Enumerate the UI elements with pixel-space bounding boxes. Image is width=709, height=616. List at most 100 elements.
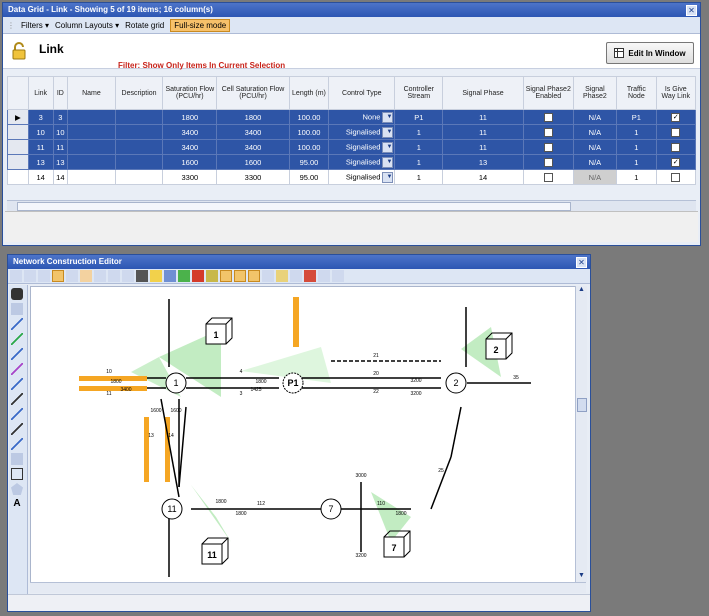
zoom-icon[interactable] [94,270,106,282]
name-cell[interactable] [67,154,116,170]
chevron-down-icon[interactable]: ▼ [576,572,587,582]
control-type-cell[interactable]: Signalised ▼ [328,139,396,155]
refresh-icon[interactable] [122,270,134,282]
description-cell[interactable] [114,169,164,185]
link-cell[interactable]: 3 [27,109,54,125]
column-header[interactable]: Signal Phase2 [572,76,618,110]
traffic-node-cell[interactable]: 1 [616,154,657,170]
name-cell[interactable] [67,139,116,155]
id-cell[interactable]: 13 [52,154,69,170]
link-green-icon[interactable] [178,270,190,282]
select-tool-icon[interactable] [10,270,22,282]
horizontal-scrollbar[interactable] [30,582,586,593]
chevron-down-icon[interactable]: ▼ [382,126,394,138]
line-tool3-icon[interactable] [11,348,23,360]
saturation-flow-cell[interactable]: 1600 [162,154,218,170]
traffic-node-cell[interactable]: 1 [616,139,657,155]
column-header[interactable]: Cell Saturation Flow (PCU/hr) [216,76,290,110]
grid-icon[interactable] [262,270,274,282]
signal-phase2-enabled-cell[interactable] [522,124,574,140]
chevron-down-icon[interactable]: ▼ [382,156,394,168]
link-cell[interactable]: 11 [27,139,54,155]
traffic-node-cell[interactable]: P1 [616,109,657,125]
controller-stream-cell[interactable]: 1 [394,154,444,170]
name-cell[interactable] [67,124,116,140]
horizontal-scrollbar[interactable] [7,200,696,211]
row-header[interactable] [7,154,29,170]
close-icon[interactable]: ✕ [576,257,587,268]
highlighted-link[interactable] [144,417,149,482]
signal-phase2-cell[interactable]: N/A [572,109,618,125]
checkbox[interactable] [671,142,681,152]
controller-stream-cell[interactable]: 1 [394,139,444,155]
cell-saturation-flow-cell[interactable]: 3300 [216,169,290,185]
traffic-node-cell[interactable]: 1 [616,169,657,185]
line-tool4-icon[interactable] [11,363,23,375]
checkbox[interactable]: ✓ [671,112,681,122]
table-row[interactable]: 10 10 3400 3400 100.00 Signalised ▼ 1 11 N/A 1 [7,124,697,140]
text-tool-icon[interactable]: A [11,498,23,510]
give-way-cell[interactable] [655,169,697,185]
network-editor-titlebar[interactable]: Network Construction Editor ✕ [8,255,590,269]
column-header[interactable]: Control Type [328,76,396,110]
column-header[interactable]: Controller Stream [394,76,444,110]
control-type-cell[interactable]: None ▼ [328,109,396,125]
id-cell[interactable]: 3 [52,109,69,125]
id-cell[interactable]: 11 [52,139,69,155]
zoom-window-icon[interactable] [108,270,120,282]
node-11[interactable]: 11 [161,498,183,520]
row-header[interactable]: ▶ [7,109,29,125]
control-type-cell[interactable]: Signalised ▼ [328,169,396,185]
rotate-grid-button[interactable]: Rotate grid [125,21,164,30]
row-header[interactable] [7,169,29,185]
length-cell[interactable]: 100.00 [288,109,330,125]
image-icon[interactable] [318,270,330,282]
highlight-tool2-icon[interactable] [234,270,246,282]
signal-phase2-enabled-cell[interactable] [522,139,574,155]
controller-box-11[interactable]: 11 [201,537,229,565]
copy-icon[interactable] [38,270,50,282]
network-diagram[interactable]: 1 2 P1 11 7 1 2 11 7 10 11 4 3 21 20 22 … [31,287,576,583]
wand-icon[interactable] [276,270,288,282]
signal-phase2-cell[interactable]: N/A [572,169,618,185]
highlight-tool-icon[interactable] [220,270,232,282]
pentagon-tool-icon[interactable] [11,483,23,495]
id-cell[interactable]: 14 [52,169,69,185]
column-header[interactable]: Saturation Flow (PCU/hr) [162,76,218,110]
edit-in-window-button[interactable]: Edit In Window [606,42,694,64]
node-2[interactable]: 2 [445,372,467,394]
multi-select-icon[interactable] [24,270,36,282]
signal-phase2-enabled-cell[interactable] [522,109,574,125]
column-header[interactable]: Signal Phase2 Enabled [522,76,574,110]
close-icon[interactable]: ✕ [686,5,697,16]
export-icon[interactable] [304,270,316,282]
cell-saturation-flow-cell[interactable]: 3400 [216,124,290,140]
node-1[interactable]: 1 [165,372,187,394]
saturation-flow-cell[interactable]: 3400 [162,124,218,140]
signal-icon[interactable] [136,270,148,282]
give-way-cell[interactable] [655,139,697,155]
link-cell[interactable]: 10 [27,124,54,140]
signal-phase2-enabled-cell[interactable] [522,169,574,185]
give-way-cell[interactable] [655,124,697,140]
bracket-tool-icon[interactable] [248,270,260,282]
length-cell[interactable]: 100.00 [288,124,330,140]
layer-icon[interactable] [11,303,23,315]
arrow-right-icon[interactable] [164,270,176,282]
arrow-left-icon[interactable] [150,270,162,282]
checkbox[interactable] [543,112,553,122]
data-grid-titlebar[interactable]: Data Grid - Link - Showing 5 of 19 items… [3,3,700,17]
highlighted-link[interactable] [79,386,147,391]
cell-saturation-flow-cell[interactable]: 3400 [216,139,290,155]
signal-phase-cell[interactable]: 11 [442,124,524,140]
column-header[interactable]: Is Give Way Link [655,76,697,110]
signal-phase2-cell[interactable]: N/A [572,139,618,155]
cell-saturation-flow-cell[interactable]: 1800 [216,109,290,125]
signal-phase-cell[interactable]: 14 [442,169,524,185]
controller-stream-cell[interactable]: 1 [394,169,444,185]
length-cell[interactable]: 95.00 [288,169,330,185]
line-tool-icon[interactable] [11,318,23,330]
scrollbar-thumb[interactable] [17,202,571,211]
controller-box-7[interactable]: 7 [383,530,411,558]
line-tool6-icon[interactable] [11,393,23,405]
